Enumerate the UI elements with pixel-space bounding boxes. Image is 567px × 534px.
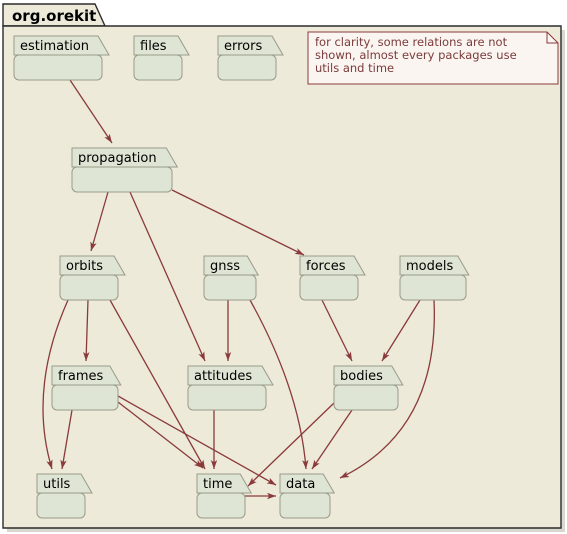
package-label-errors: errors: [224, 39, 262, 54]
package-gnss[interactable]: gnss: [203, 255, 260, 301]
outer-package-label: org.orekit: [12, 7, 96, 25]
note-line: shown, almost every packages use: [315, 48, 517, 62]
package-files[interactable]: files: [133, 35, 190, 81]
package-body: [51, 384, 119, 411]
package-body: [399, 274, 467, 301]
package-utils[interactable]: utils: [36, 473, 93, 519]
package-estimation[interactable]: estimation: [13, 35, 110, 81]
package-body: [299, 274, 359, 301]
package-propagation[interactable]: propagation: [71, 147, 179, 193]
package-body: [13, 54, 103, 81]
package-body: [71, 166, 173, 193]
package-label-files: files: [140, 39, 167, 54]
package-orbits[interactable]: orbits: [59, 255, 126, 301]
package-label-bodies: bodies: [340, 369, 383, 384]
package-body: [333, 384, 399, 411]
package-body: [279, 492, 331, 519]
diagram-canvas: org.orekit estimation files errors propagat…: [0, 0, 567, 534]
note-layer: for clarity, some relations are notshown…: [307, 31, 559, 85]
package-bodies[interactable]: bodies: [333, 365, 404, 411]
package-frames[interactable]: frames: [51, 365, 122, 411]
package-models[interactable]: models: [399, 255, 470, 301]
package-body: [187, 384, 267, 411]
package-label-propagation: propagation: [78, 151, 157, 166]
package-label-frames: frames: [58, 369, 104, 384]
package-diagram-svg: org.orekit estimation files errors propagat…: [2, 3, 565, 532]
package-errors[interactable]: errors: [217, 35, 284, 81]
note-line: utils and time: [315, 61, 394, 75]
package-attitudes[interactable]: attitudes: [187, 365, 274, 411]
package-body: [196, 492, 246, 519]
package-body: [36, 492, 86, 519]
package-label-orbits: orbits: [66, 259, 103, 274]
package-label-gnss: gnss: [210, 259, 240, 274]
package-forces[interactable]: forces: [299, 255, 366, 301]
package-label-estimation: estimation: [20, 39, 89, 54]
package-body: [217, 54, 277, 81]
package-label-attitudes: attitudes: [194, 369, 252, 384]
package-label-data: data: [286, 477, 315, 492]
package-label-utils: utils: [43, 477, 71, 492]
note-line: for clarity, some relations are not: [315, 35, 508, 49]
package-body: [133, 54, 183, 81]
package-body: [203, 274, 257, 301]
package-body: [59, 274, 119, 301]
package-label-forces: forces: [306, 259, 346, 274]
note-clarity-note: for clarity, some relations are notshown…: [307, 31, 559, 85]
package-data[interactable]: data: [279, 473, 336, 519]
package-label-time: time: [203, 477, 232, 492]
package-time[interactable]: time: [196, 473, 253, 519]
package-label-models: models: [406, 259, 453, 274]
